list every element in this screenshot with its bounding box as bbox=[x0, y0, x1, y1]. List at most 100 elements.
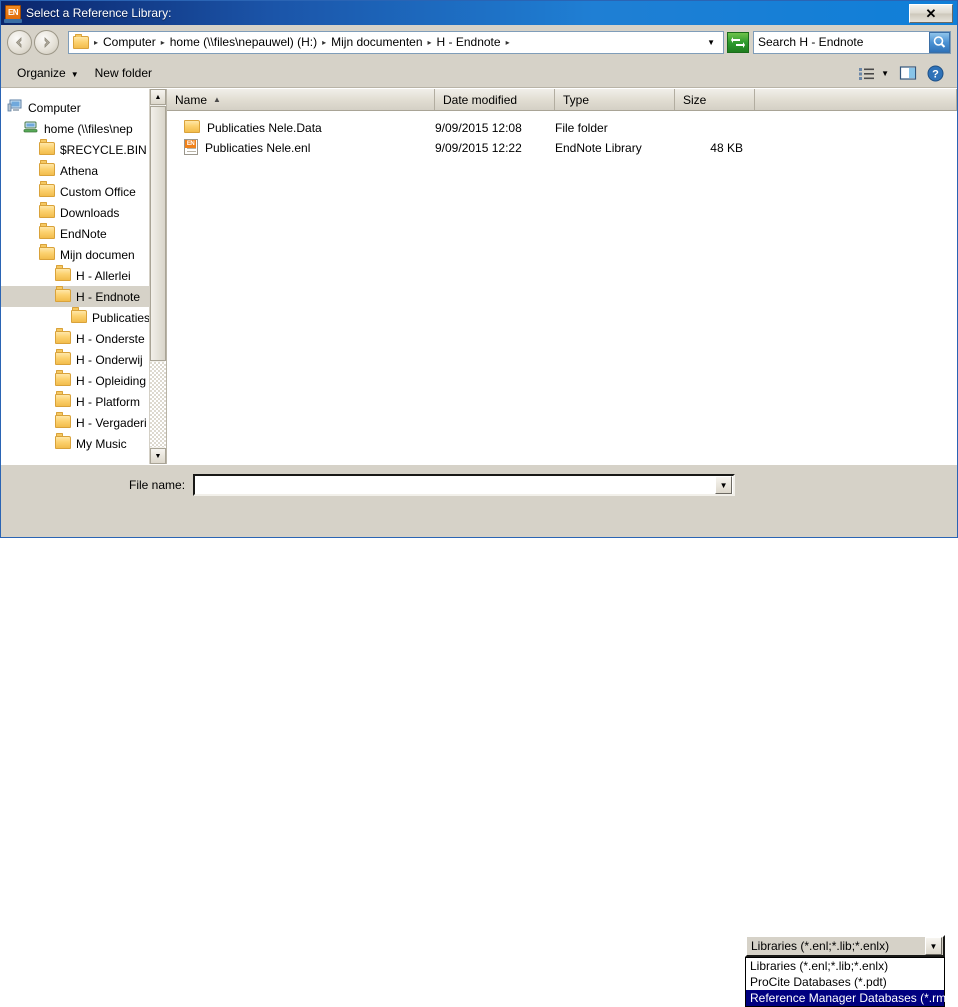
tree-item-label: Custom Office bbox=[60, 184, 136, 199]
breadcrumb-caret-0[interactable]: ▸ bbox=[159, 38, 167, 47]
filter-option[interactable]: Reference Manager Databases (*.rmd) bbox=[746, 990, 957, 1006]
tree-item-label: H - Onderwij bbox=[76, 352, 143, 367]
search-button[interactable] bbox=[929, 31, 950, 53]
search-input[interactable] bbox=[754, 35, 929, 49]
search-icon bbox=[933, 35, 946, 48]
tree-item-label: home (\\files\nep bbox=[44, 121, 133, 136]
preview-pane-icon bbox=[899, 66, 917, 80]
column-header-filler bbox=[755, 89, 957, 110]
view-mode-button[interactable]: ▼ bbox=[853, 64, 894, 83]
scroll-down-button[interactable]: ▼ bbox=[150, 448, 166, 464]
filter-dropdown-list: Libraries (*.enl;*.lib;*.enlx) ProCite Da… bbox=[745, 957, 957, 1007]
column-header-type[interactable]: Type bbox=[555, 89, 675, 110]
address-bar: ▸ Computer ▸ home (\\files\nepauwel) (H:… bbox=[1, 25, 957, 59]
tree-item[interactable]: home (\\files\nep bbox=[1, 118, 149, 139]
address-breadcrumb-field[interactable]: ▸ Computer ▸ home (\\files\nepauwel) (H:… bbox=[68, 30, 724, 54]
file-type-cell: File folder bbox=[555, 121, 608, 135]
column-header-name[interactable]: Name ▲ bbox=[167, 89, 435, 110]
address-history-dropdown[interactable]: ▼ bbox=[701, 38, 721, 47]
folder-tree: Computer home (\\files\nep $RECYCLE.BIN Ath… bbox=[1, 89, 149, 454]
tree-item[interactable]: H - Platform bbox=[1, 391, 149, 412]
table-row[interactable]: Publicaties Nele.enl 9/09/2015 12:22 EndNo… bbox=[167, 138, 957, 158]
network-drive-icon bbox=[23, 120, 39, 137]
help-button[interactable]: ? bbox=[922, 63, 949, 84]
view-caret-icon: ▼ bbox=[881, 68, 889, 78]
tree-item-label: H - Vergaderi bbox=[76, 415, 147, 430]
folder-icon bbox=[55, 330, 71, 347]
organize-label: Organize bbox=[17, 66, 66, 80]
tree-item[interactable]: H - Onderwij bbox=[1, 349, 149, 370]
scrollbar-track[interactable] bbox=[150, 362, 166, 447]
tree-item-label: H - Allerlei bbox=[76, 268, 131, 283]
title-bar: EN Select a Reference Library: ✕ bbox=[1, 1, 957, 25]
filter-dropdown-button[interactable]: ▼ bbox=[925, 937, 942, 955]
filename-dropdown-button[interactable]: ▼ bbox=[715, 476, 733, 494]
tree-item[interactable]: Publicaties bbox=[1, 307, 149, 328]
refresh-button[interactable] bbox=[727, 31, 749, 53]
tree-item[interactable]: Custom Office bbox=[1, 181, 149, 202]
file-name-label: Publicaties Nele.Data bbox=[207, 121, 322, 135]
endnote-icon: EN bbox=[4, 5, 22, 23]
breadcrumb-caret-1[interactable]: ▸ bbox=[320, 38, 328, 47]
filename-combobox[interactable]: ▼ bbox=[193, 474, 736, 496]
breadcrumb-item-0[interactable]: Computer bbox=[100, 34, 159, 50]
tree-item[interactable]: Athena bbox=[1, 160, 149, 181]
back-button[interactable] bbox=[7, 29, 32, 55]
window-title: Select a Reference Library: bbox=[26, 6, 172, 20]
tree-item[interactable]: My Music bbox=[1, 433, 149, 454]
file-rows: Publicaties Nele.Data 9/09/2015 12:08 File… bbox=[167, 111, 957, 158]
breadcrumb-caret-3[interactable]: ▸ bbox=[504, 38, 512, 47]
scroll-up-button[interactable]: ▲ bbox=[150, 89, 166, 105]
dialog-footer: File name: ▼ Libraries (*.enl;*.lib;*.en… bbox=[1, 464, 957, 1007]
filename-row: File name: ▼ bbox=[1, 465, 957, 496]
tree-item[interactable]: $RECYCLE.BIN bbox=[1, 139, 149, 160]
file-list-pane: Name ▲ Date modified Type Size Publicati… bbox=[167, 89, 957, 464]
tree-item-label: $RECYCLE.BIN bbox=[60, 142, 147, 157]
preview-pane-button[interactable] bbox=[894, 63, 922, 83]
folder-icon bbox=[71, 309, 87, 326]
sort-ascending-icon: ▲ bbox=[213, 95, 221, 104]
filter-combobox[interactable]: Libraries (*.enl;*.lib;*.enlx) ▼ bbox=[745, 935, 945, 957]
tree-item[interactable]: H - Endnote bbox=[1, 286, 149, 307]
refresh-icon bbox=[731, 36, 745, 48]
table-row[interactable]: Publicaties Nele.Data 9/09/2015 12:08 File… bbox=[167, 118, 957, 138]
sidebar-scrollbar[interactable]: ▲ ▼ bbox=[149, 89, 166, 464]
scrollbar-thumb[interactable] bbox=[150, 106, 166, 361]
filter-option[interactable]: ProCite Databases (*.pdt) bbox=[746, 974, 944, 990]
folder-icon bbox=[55, 435, 71, 452]
tree-item[interactable]: H - Onderste bbox=[1, 328, 149, 349]
file-date-cell: 9/09/2015 12:08 bbox=[435, 121, 522, 135]
breadcrumb-item-1[interactable]: home (\\files\nepauwel) (H:) bbox=[167, 34, 320, 50]
forward-arrow-icon bbox=[44, 36, 51, 48]
tree-item-label: My Music bbox=[76, 436, 127, 451]
tree-item[interactable]: Downloads bbox=[1, 202, 149, 223]
folder-icon bbox=[55, 414, 71, 431]
filename-input[interactable] bbox=[195, 478, 716, 492]
tree-item[interactable]: H - Vergaderi bbox=[1, 412, 149, 433]
close-button[interactable]: ✕ bbox=[909, 3, 953, 23]
breadcrumb-caret-root[interactable]: ▸ bbox=[92, 38, 100, 47]
organize-button[interactable]: Organize ▼ bbox=[9, 63, 87, 83]
folder-icon bbox=[177, 120, 200, 136]
column-header-date[interactable]: Date modified bbox=[435, 89, 555, 110]
folder-icon bbox=[39, 162, 55, 179]
endnote-library-icon bbox=[177, 138, 198, 158]
breadcrumb-item-2[interactable]: Mijn documenten bbox=[328, 34, 425, 50]
forward-button[interactable] bbox=[34, 29, 59, 55]
file-name-cell: Publicaties Nele.enl bbox=[167, 138, 435, 158]
tree-item[interactable]: H - Allerlei bbox=[1, 265, 149, 286]
new-folder-button[interactable]: New folder bbox=[87, 63, 160, 83]
breadcrumb-item-3[interactable]: H - Endnote bbox=[434, 34, 504, 50]
tree-item[interactable]: Mijn documen bbox=[1, 244, 149, 265]
filter-option[interactable]: Libraries (*.enl;*.lib;*.enlx) bbox=[746, 958, 944, 974]
search-box[interactable] bbox=[753, 30, 951, 54]
tree-item[interactable]: Computer bbox=[1, 97, 149, 118]
back-arrow-icon bbox=[15, 36, 22, 48]
file-type-cell: EndNote Library bbox=[555, 141, 642, 155]
folder-icon bbox=[39, 183, 55, 200]
column-header-size[interactable]: Size bbox=[675, 89, 755, 110]
help-icon: ? bbox=[927, 65, 944, 81]
breadcrumb-caret-2[interactable]: ▸ bbox=[426, 38, 434, 47]
tree-item[interactable]: EndNote bbox=[1, 223, 149, 244]
tree-item[interactable]: H - Opleiding bbox=[1, 370, 149, 391]
